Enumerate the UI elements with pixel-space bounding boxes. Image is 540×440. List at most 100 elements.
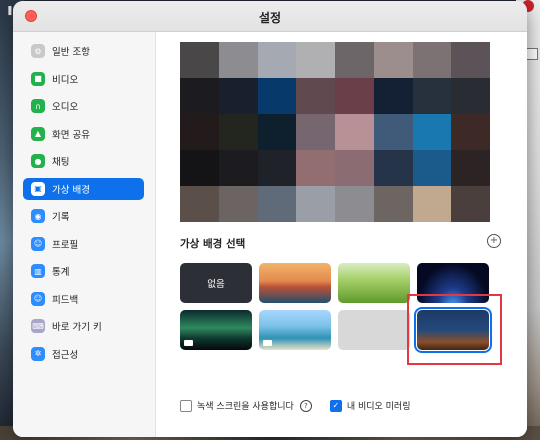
sidebar-item-7[interactable]: ☺ 프로필 (23, 233, 144, 255)
preview-pixel (257, 42, 297, 78)
preview-pixel (257, 186, 297, 222)
preview-pixel (335, 78, 374, 114)
preview-pixel (257, 78, 297, 114)
sidebar-item-1[interactable]: ■ 비디오 (23, 68, 144, 90)
preview-pixel (373, 114, 413, 150)
preview-pixel (335, 150, 374, 186)
preview-pixel (335, 186, 374, 222)
sidebar-item-3[interactable]: ▲ 화면 공유 (23, 123, 144, 145)
preview-pixel (412, 150, 452, 186)
thumbnail-label: 없음 (207, 279, 225, 290)
preview-pixel (451, 42, 490, 78)
preview-pixel (180, 150, 219, 186)
background-thumbnail-golden-gate-bridge[interactable] (259, 263, 331, 303)
section-title: 가상 배경 선택 (180, 238, 246, 250)
sidebar-item-label: 비디오 (52, 74, 79, 86)
virtual-background-icon: ▣ (31, 181, 45, 196)
sidebar-item-label: 바로 가기 키 (52, 322, 102, 333)
preview-pixel (218, 150, 258, 186)
mirror-video-checkbox[interactable]: ✓ (329, 399, 342, 412)
sidebar-item-6[interactable]: ◉ 기록 (23, 205, 144, 227)
preview-pixel (451, 150, 490, 186)
preview-pixel (257, 114, 297, 150)
statistics-icon: ▥ (31, 264, 45, 278)
preview-pixel (412, 78, 452, 114)
background-thumbnail-none[interactable]: 없음 (180, 263, 252, 303)
title-bar: 설정 (13, 1, 527, 32)
video-camera-icon (263, 340, 272, 346)
record-icon: ◉ (31, 209, 45, 223)
preview-pixel (335, 42, 374, 78)
help-icon[interactable]: ? (299, 399, 312, 412)
sidebar-item-2[interactable]: ∩ 오디오 (23, 95, 144, 117)
background-thumbnail-beach[interactable] (259, 310, 331, 350)
preview-pixel (218, 186, 258, 222)
preview-pixel (296, 114, 335, 150)
add-background-button[interactable]: + (487, 234, 501, 248)
settings-sidebar: ⚙ 일반 조항 ■ 비디오 ∩ 오디오 ▲ 화면 공유 ● 채팅 ▣ 가상 배경 ◉ 기록 ☺ 프로필 ▥ 통계 ☺… (13, 32, 156, 437)
preview-pixel (335, 114, 374, 150)
window-title: 설정 (258, 11, 282, 25)
preview-pixel (180, 42, 219, 78)
green-screen-checkbox[interactable] (180, 399, 192, 412)
green-screen-label: 녹색 스크린을 사용합니다 (197, 402, 294, 412)
preview-pixel (218, 114, 258, 150)
sidebar-item-9[interactable]: ☺ 피드백 (23, 288, 144, 310)
preview-pixel (296, 186, 335, 222)
sidebar-item-label: 일반 조항 (52, 47, 90, 58)
camera-preview (180, 42, 490, 222)
preview-pixel (296, 42, 335, 78)
preview-pixel (373, 78, 413, 114)
profile-icon: ☺ (31, 236, 45, 251)
preview-pixel (412, 42, 452, 78)
preview-pixel (451, 78, 490, 114)
selection-highlight-box (407, 294, 502, 365)
sidebar-item-11[interactable]: ✲ 접근성 (23, 343, 144, 365)
sidebar-item-label: 오디오 (52, 102, 79, 113)
mirror-video-label: 내 비디오 미러링 (346, 402, 411, 412)
preview-pixel (451, 186, 490, 222)
gear-icon: ⚙ (31, 44, 45, 58)
preview-pixel (412, 186, 452, 222)
headphones-icon: ∩ (31, 99, 45, 113)
sidebar-item-4[interactable]: ● 채팅 (23, 150, 144, 172)
preview-pixel (412, 114, 452, 150)
preview-pixel (451, 114, 490, 150)
sidebar-item-label: 통계 (52, 267, 70, 278)
sidebar-item-10[interactable]: ⌨ 바로 가기 키 (23, 315, 144, 337)
video-camera-icon (184, 340, 193, 346)
preview-pixel (218, 42, 258, 78)
chat-icon: ● (31, 154, 45, 168)
preview-pixel (180, 114, 219, 150)
video-icon: ■ (31, 71, 45, 86)
preview-pixel (296, 150, 335, 186)
sidebar-item-label: 가상 배경 (52, 184, 90, 196)
background-thumbnail-grass[interactable] (338, 263, 410, 303)
accessibility-icon: ✲ (31, 346, 45, 361)
virtual-background-panel: 가상 배경 선택 + 없음 녹색 스크린을 사용합니다 ? ✓ 내 비디오 미러… (156, 32, 527, 437)
keyboard-icon: ⌨ (31, 319, 45, 333)
preview-pixel (180, 78, 219, 114)
screen-share-icon: ▲ (31, 126, 45, 141)
sidebar-item-label: 기록 (52, 212, 70, 223)
preview-pixel (373, 42, 413, 78)
preview-pixel (296, 78, 335, 114)
preview-pixel (373, 186, 413, 222)
background-thumbnail-aurora[interactable] (180, 310, 252, 350)
preview-pixel (373, 150, 413, 186)
sidebar-item-0[interactable]: ⚙ 일반 조항 (23, 40, 144, 62)
sidebar-item-label: 화면 공유 (52, 129, 90, 141)
sidebar-item-label: 피드백 (52, 294, 79, 306)
background-options: 녹색 스크린을 사용합니다 ? ✓ 내 비디오 미러링 (180, 399, 411, 412)
sidebar-item-label: 접근성 (52, 349, 79, 361)
settings-window: 설정 ⚙ 일반 조항 ■ 비디오 ∩ 오디오 ▲ 화면 공유 ● 채팅 ▣ 가상 배경 ◉ 기록 ☺ 프로필 ▥… (13, 1, 527, 437)
background-thumbnail-blank[interactable] (338, 310, 410, 350)
preview-pixel (257, 150, 297, 186)
feedback-icon: ☺ (31, 291, 45, 306)
sidebar-item-label: 프로필 (52, 239, 79, 251)
sidebar-item-label: 채팅 (52, 157, 70, 168)
preview-pixel (218, 78, 258, 114)
preview-pixel (180, 186, 219, 222)
sidebar-item-8[interactable]: ▥ 통계 (23, 260, 144, 282)
sidebar-item-5[interactable]: ▣ 가상 배경 (23, 177, 144, 200)
